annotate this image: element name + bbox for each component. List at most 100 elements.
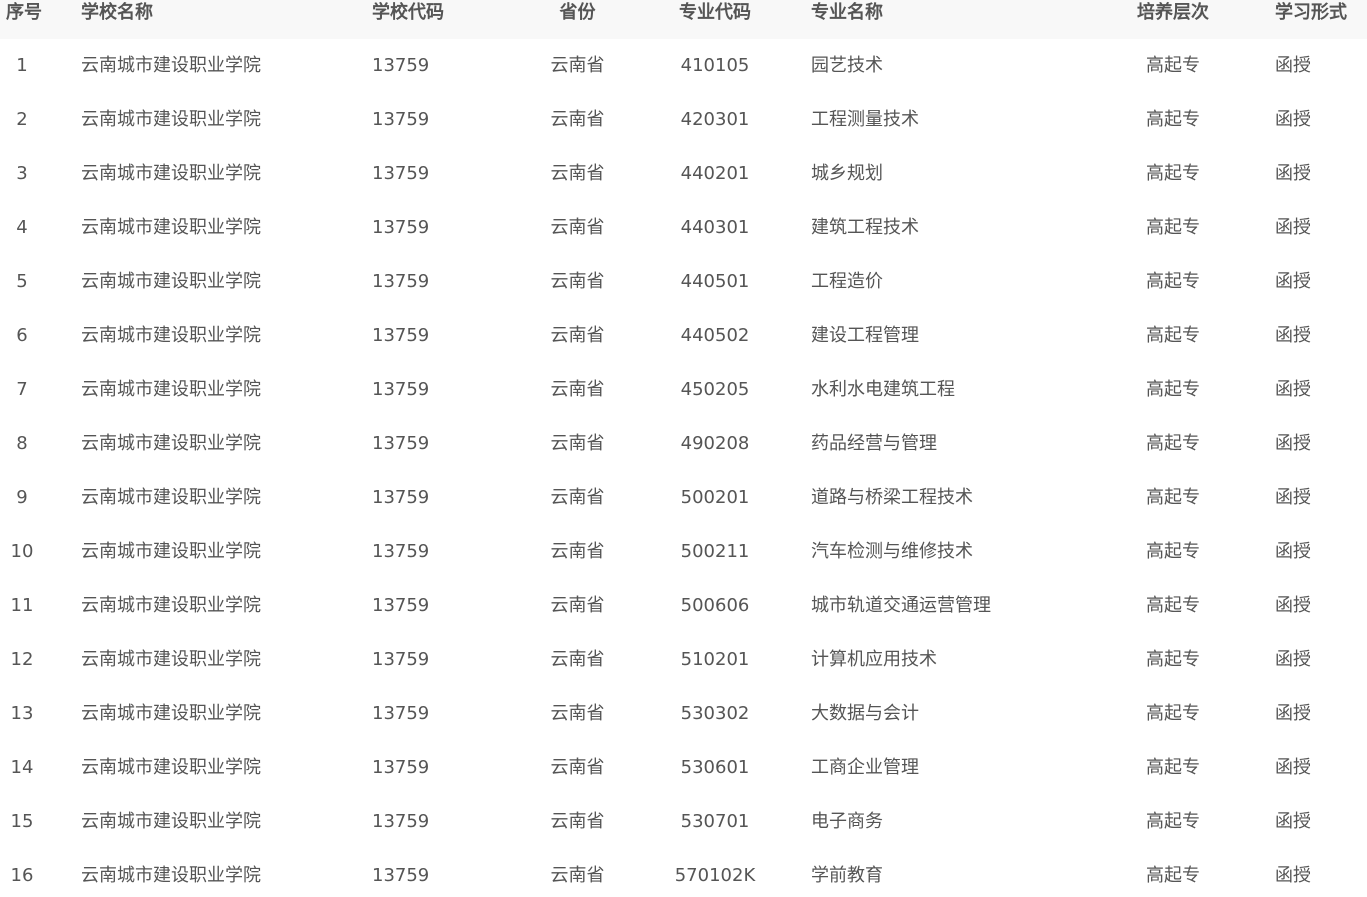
cell-school-code: 13759 <box>372 703 430 724</box>
cell-index: 12 <box>10 649 34 670</box>
cell-major-code: 500211 <box>680 541 750 562</box>
cell-level: 高起专 <box>1146 379 1200 400</box>
cell-school-name: 云南城市建设职业学院 <box>81 433 261 454</box>
cell-school-code: 13759 <box>372 487 430 508</box>
cell-major-name: 道路与桥梁工程技术 <box>811 487 973 508</box>
cell-school-name: 云南城市建设职业学院 <box>81 163 261 184</box>
cell-major-name: 药品经营与管理 <box>811 433 937 454</box>
table-body: 1 云南城市建设职业学院 13759 云南省 410105 园艺技术 高起专 函授 2 云南城市建… <box>0 39 1367 897</box>
cell-province: 云南省 <box>550 433 605 454</box>
cell-study-form: 函授 <box>1275 271 1311 292</box>
cell-level: 高起专 <box>1146 163 1200 184</box>
cell-study-form: 函授 <box>1275 811 1311 832</box>
cell-school-name: 云南城市建设职业学院 <box>81 757 261 778</box>
cell-level: 高起专 <box>1146 757 1200 778</box>
header-school-name: 学校名称 <box>81 2 153 23</box>
cell-major-name: 电子商务 <box>811 811 883 832</box>
cell-major-name: 大数据与会计 <box>811 703 919 724</box>
cell-school-name: 云南城市建设职业学院 <box>81 541 261 562</box>
cell-school-code: 13759 <box>372 325 430 346</box>
cell-province: 云南省 <box>550 649 605 670</box>
cell-school-name: 云南城市建设职业学院 <box>81 109 261 130</box>
cell-major-code: 440201 <box>680 163 750 184</box>
cell-study-form: 函授 <box>1275 757 1311 778</box>
cell-school-name: 云南城市建设职业学院 <box>81 865 261 886</box>
cell-index: 13 <box>10 703 34 724</box>
cell-study-form: 函授 <box>1275 163 1311 184</box>
cell-index: 5 <box>16 271 28 292</box>
cell-major-code: 440301 <box>680 217 750 238</box>
cell-major-name: 汽车检测与维修技术 <box>811 541 973 562</box>
cell-level: 高起专 <box>1146 865 1200 886</box>
table-row: 5 云南城市建设职业学院 13759 云南省 440501 工程造价 高起专 函授 <box>0 255 1367 309</box>
cell-level: 高起专 <box>1146 55 1200 76</box>
cell-school-code: 13759 <box>372 757 430 778</box>
table-row: 11 云南城市建设职业学院 13759 云南省 500606 城市轨道交通运营管理 高起专 函… <box>0 579 1367 633</box>
cell-school-code: 13759 <box>372 541 430 562</box>
cell-province: 云南省 <box>550 325 605 346</box>
cell-index: 15 <box>10 811 34 832</box>
cell-level: 高起专 <box>1146 703 1200 724</box>
cell-level: 高起专 <box>1146 595 1200 616</box>
cell-study-form: 函授 <box>1275 217 1311 238</box>
cell-school-code: 13759 <box>372 811 430 832</box>
cell-index: 16 <box>10 865 34 886</box>
cell-major-name: 建筑工程技术 <box>811 217 919 238</box>
cell-study-form: 函授 <box>1275 379 1311 400</box>
table-header: 序号 学校名称 学校代码 省份 专业代码 专业名称 培养层次 学习形式 <box>0 0 1367 39</box>
cell-school-code: 13759 <box>372 217 430 238</box>
cell-study-form: 函授 <box>1275 109 1311 130</box>
cell-level: 高起专 <box>1146 649 1200 670</box>
cell-major-name: 建设工程管理 <box>811 325 919 346</box>
header-major-name: 专业名称 <box>811 2 883 23</box>
cell-index: 2 <box>16 109 28 130</box>
cell-major-name: 学前教育 <box>811 865 883 886</box>
cell-school-name: 云南城市建设职业学院 <box>81 487 261 508</box>
cell-school-name: 云南城市建设职业学院 <box>81 649 261 670</box>
cell-province: 云南省 <box>550 217 605 238</box>
cell-index: 4 <box>16 217 28 238</box>
header-study-form: 学习形式 <box>1275 2 1347 23</box>
cell-province: 云南省 <box>550 379 605 400</box>
cell-study-form: 函授 <box>1275 865 1311 886</box>
cell-major-code: 530302 <box>680 703 750 724</box>
cell-major-name: 城市轨道交通运营管理 <box>811 595 991 616</box>
cell-index: 6 <box>16 325 28 346</box>
cell-major-name: 工程造价 <box>811 271 883 292</box>
cell-province: 云南省 <box>550 703 605 724</box>
cell-index: 10 <box>10 541 34 562</box>
cell-major-code: 570102K <box>674 865 756 886</box>
table-row: 7 云南城市建设职业学院 13759 云南省 450205 水利水电建筑工程 高起专 函授 <box>0 363 1367 417</box>
table-row: 15 云南城市建设职业学院 13759 云南省 530701 电子商务 高起专 函授 <box>0 795 1367 849</box>
cell-study-form: 函授 <box>1275 433 1311 454</box>
cell-province: 云南省 <box>550 487 605 508</box>
cell-school-name: 云南城市建设职业学院 <box>81 271 261 292</box>
cell-major-code: 420301 <box>680 109 750 130</box>
cell-index: 1 <box>16 55 28 76</box>
cell-study-form: 函授 <box>1275 541 1311 562</box>
cell-school-code: 13759 <box>372 379 430 400</box>
program-table-container: 序号 学校名称 学校代码 省份 专业代码 专业名称 培养层次 学习形式 1 云南城… <box>0 0 1367 897</box>
cell-province: 云南省 <box>550 595 605 616</box>
header-level: 培养层次 <box>1137 2 1209 23</box>
cell-major-code: 440502 <box>680 325 750 346</box>
table-row: 4 云南城市建设职业学院 13759 云南省 440301 建筑工程技术 高起专 函授 <box>0 201 1367 255</box>
cell-study-form: 函授 <box>1275 703 1311 724</box>
cell-major-code: 490208 <box>680 433 750 454</box>
cell-major-code: 450205 <box>680 379 750 400</box>
cell-level: 高起专 <box>1146 811 1200 832</box>
header-province: 省份 <box>559 2 596 23</box>
program-table: 序号 学校名称 学校代码 省份 专业代码 专业名称 培养层次 学习形式 1 云南城… <box>0 0 1367 897</box>
cell-school-code: 13759 <box>372 865 430 886</box>
cell-index: 11 <box>10 595 34 616</box>
cell-study-form: 函授 <box>1275 595 1311 616</box>
cell-province: 云南省 <box>550 541 605 562</box>
table-row: 12 云南城市建设职业学院 13759 云南省 510201 计算机应用技术 高起专 函授 <box>0 633 1367 687</box>
cell-level: 高起专 <box>1146 325 1200 346</box>
cell-major-name: 工商企业管理 <box>811 757 919 778</box>
cell-index: 7 <box>16 379 28 400</box>
cell-study-form: 函授 <box>1275 649 1311 670</box>
table-header-row: 序号 学校名称 学校代码 省份 专业代码 专业名称 培养层次 学习形式 <box>0 0 1367 39</box>
cell-school-name: 云南城市建设职业学院 <box>81 325 261 346</box>
cell-level: 高起专 <box>1146 109 1200 130</box>
